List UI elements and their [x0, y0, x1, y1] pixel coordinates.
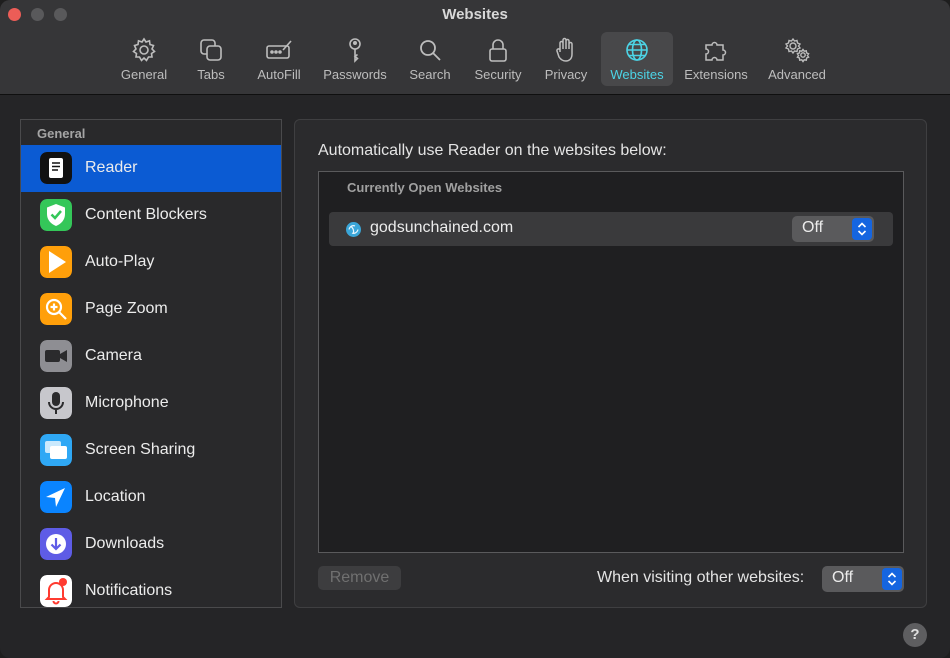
sidebar-item-label: Content Blockers: [85, 206, 207, 223]
sidebar-item-notifications[interactable]: Notifications: [21, 568, 281, 607]
tab-privacy[interactable]: Privacy: [537, 32, 595, 86]
download-icon: [40, 528, 72, 560]
tab-advanced[interactable]: Advanced: [761, 32, 833, 86]
tab-label: General: [120, 67, 168, 82]
tab-extensions[interactable]: Extensions: [679, 32, 753, 86]
shield-check-icon: [40, 199, 72, 231]
gears-icon: [784, 37, 810, 63]
website-reader-select[interactable]: Off: [792, 216, 874, 242]
sidebar-item-label: Notifications: [85, 582, 173, 599]
tab-autofill[interactable]: AutoFill: [250, 32, 308, 86]
settings-panel: Automatically use Reader on the websites…: [294, 119, 927, 608]
sidebar-item-page-zoom[interactable]: Page Zoom: [21, 286, 281, 333]
remove-button[interactable]: Remove: [318, 566, 401, 590]
sidebar-item-auto-play[interactable]: Auto-Play: [21, 239, 281, 286]
tab-label: Search: [409, 67, 451, 82]
search-icon: [420, 40, 441, 61]
websites-list[interactable]: Currently Open Websites godsunchained.co…: [318, 171, 904, 553]
lock-icon: [489, 39, 507, 62]
sidebar-item-reader[interactable]: Reader: [21, 145, 281, 192]
sidebar-item-label: Location: [85, 488, 146, 505]
key-icon: [349, 38, 361, 63]
gear-icon: [132, 37, 156, 62]
sidebar-item-label: Page Zoom: [85, 300, 168, 317]
bell-icon: [40, 575, 72, 607]
tabs-icon: [200, 39, 222, 61]
chevron-up-down-icon: [852, 218, 872, 240]
location-icon: [40, 481, 72, 513]
sidebar-item-label: Camera: [85, 347, 142, 364]
tab-websites[interactable]: Websites: [601, 32, 673, 86]
autofill-icon: [266, 40, 292, 59]
tab-search[interactable]: Search: [403, 32, 457, 86]
sidebar-item-screen-sharing[interactable]: Screen Sharing: [21, 427, 281, 474]
chevron-up-down-icon: [882, 568, 902, 590]
tab-tabs[interactable]: Tabs: [186, 32, 236, 86]
tab-label: Extensions: [684, 67, 748, 82]
sidebar-item-label: Downloads: [85, 535, 165, 552]
sidebar-item-downloads[interactable]: Downloads: [21, 521, 281, 568]
tab-label: Privacy: [544, 67, 588, 82]
sidebar-heading: General: [37, 126, 86, 141]
play-icon: [40, 246, 72, 278]
tab-passwords[interactable]: Passwords: [318, 32, 392, 86]
sidebar-item-location[interactable]: Location: [21, 474, 281, 521]
camera-icon: [40, 340, 72, 372]
screen-sharing-icon: [40, 434, 72, 466]
website-row[interactable]: godsunchained.com Off: [329, 212, 893, 246]
list-header: Currently Open Websites: [347, 180, 503, 195]
tab-general[interactable]: General: [113, 32, 175, 86]
reader-icon: [40, 152, 72, 184]
sidebar-item-label: Auto-Play: [85, 253, 155, 270]
select-value: Off: [832, 569, 854, 586]
microphone-icon: [40, 387, 72, 419]
sidebar: General Reader Content Blockers Auto-Pla: [20, 119, 282, 608]
sidebar-item-label: Reader: [85, 159, 138, 176]
sidebar-item-content-blockers[interactable]: Content Blockers: [21, 192, 281, 239]
globe-icon: [626, 39, 648, 61]
sidebar-item-microphone[interactable]: Microphone: [21, 380, 281, 427]
other-websites-select[interactable]: Off: [822, 566, 904, 592]
tab-label: Tabs: [197, 67, 225, 82]
tab-label: Passwords: [323, 67, 387, 82]
tab-label: Websites: [610, 67, 664, 82]
window-title: Websites: [442, 6, 508, 23]
sidebar-item-label: Screen Sharing: [85, 441, 196, 458]
website-domain: godsunchained.com: [370, 219, 514, 236]
tab-label: AutoFill: [257, 67, 301, 82]
other-websites-label: When visiting other websites:: [597, 569, 805, 586]
select-value: Off: [802, 219, 824, 236]
safari-preferences-window: Websites General Tabs AutoFill Passwords…: [0, 0, 950, 658]
hand-icon: [556, 37, 573, 62]
sidebar-item-camera[interactable]: Camera: [21, 333, 281, 380]
help-button[interactable]: ?: [903, 623, 927, 647]
panel-title: Automatically use Reader on the websites…: [318, 142, 667, 159]
sidebar-item-label: Microphone: [85, 394, 169, 411]
site-favicon-icon: [346, 222, 361, 237]
puzzle-icon: [705, 41, 727, 61]
tab-label: Security: [474, 67, 522, 82]
tab-security[interactable]: Security: [468, 32, 528, 86]
toolbar: Websites General Tabs AutoFill Passwords…: [0, 0, 950, 95]
tab-label: Advanced: [768, 67, 826, 82]
zoom-icon: [40, 293, 72, 325]
